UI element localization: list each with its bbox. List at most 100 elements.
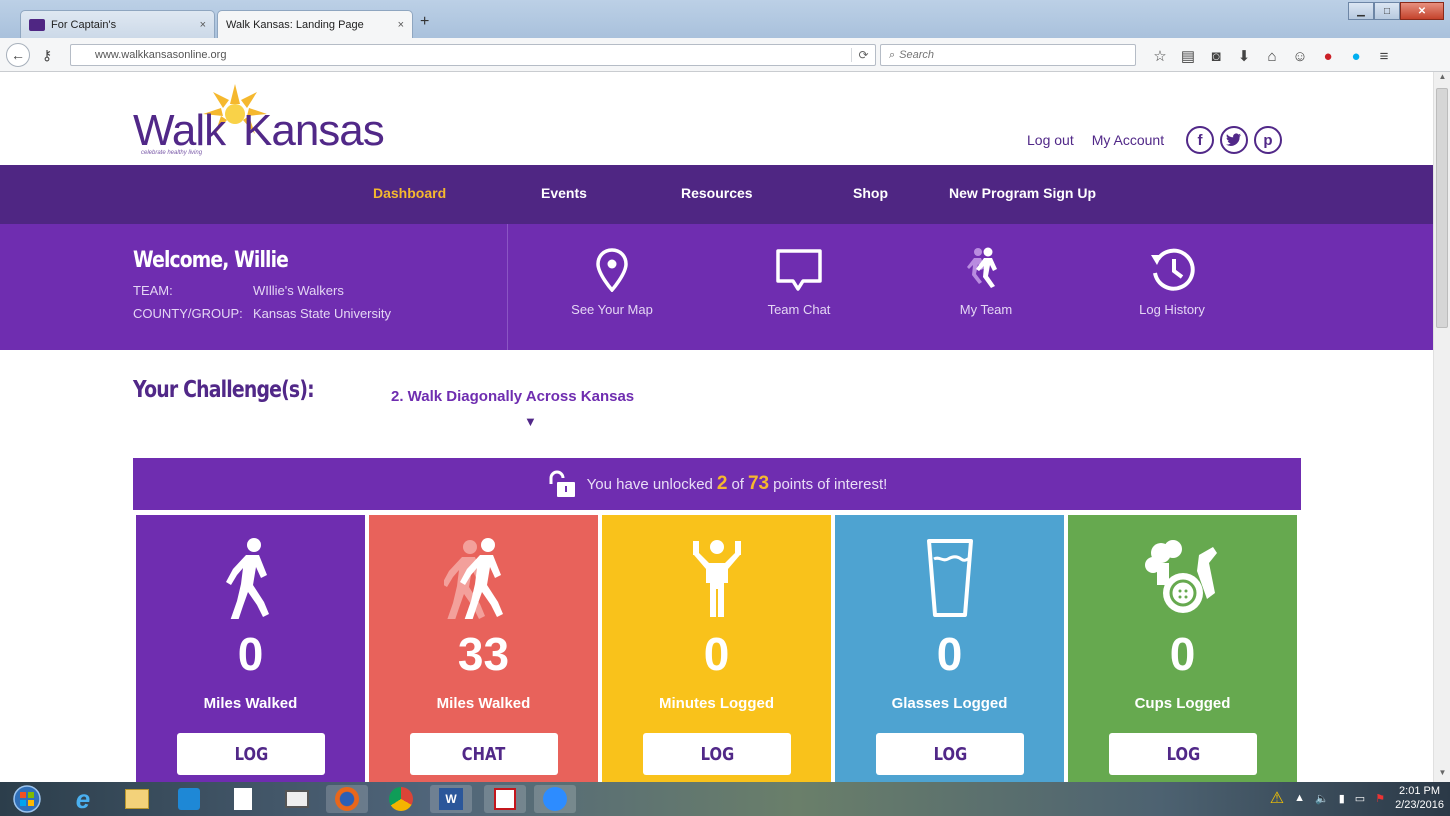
internet-explorer-icon[interactable]: e: [62, 784, 104, 814]
system-clock[interactable]: 2:01 PM 2/23/2016: [1395, 784, 1444, 812]
nav-events[interactable]: Events: [541, 185, 587, 201]
firefox-icon[interactable]: [326, 785, 368, 813]
unlock-of: of: [731, 475, 744, 493]
stat-card-minutes: 0 Minutes Logged LOG: [602, 515, 831, 782]
fruit-veg-icon: [1068, 533, 1297, 623]
stat-card-glasses: 0 Glasses Logged LOG: [835, 515, 1064, 782]
chat-button[interactable]: CHAT: [410, 733, 558, 775]
social-links: f p: [1186, 126, 1282, 154]
walker-icon: [136, 533, 365, 623]
unlock-banner: You have unlocked 2 of 73 points of inte…: [133, 458, 1301, 510]
downloads-icon[interactable]: ⬇: [1230, 46, 1258, 66]
file-explorer-icon[interactable]: [116, 785, 158, 813]
my-account-link[interactable]: My Account: [1092, 132, 1164, 148]
volume-icon[interactable]: 🔈: [1315, 792, 1329, 805]
acrobat-icon[interactable]: [484, 785, 526, 813]
search-bar[interactable]: ⌕: [880, 44, 1136, 66]
stat-card-miles-walked: 0 Miles Walked LOG: [136, 515, 365, 782]
facebook-icon[interactable]: f: [1186, 126, 1214, 154]
team-walkers-icon: [921, 244, 1051, 296]
menu-hamburger-icon[interactable]: ≡: [1370, 46, 1398, 66]
history-clock-icon: [1107, 244, 1237, 296]
reload-icon[interactable]: ⟳: [851, 48, 875, 62]
scroll-up-icon[interactable]: ▲: [1434, 72, 1450, 86]
nav-shop[interactable]: Shop: [853, 185, 888, 201]
logo-tagline: celebrate healthy living: [141, 150, 203, 156]
window-app-icon[interactable]: [276, 785, 318, 813]
log-button[interactable]: LOG: [1109, 733, 1257, 775]
water-glass-icon: [835, 533, 1064, 623]
pinterest-ext-icon[interactable]: ●: [1314, 46, 1342, 66]
county-label: COUNTY/GROUP:: [133, 306, 243, 321]
scroll-down-icon[interactable]: ▼: [1434, 768, 1450, 782]
close-tab-icon[interactable]: ×: [398, 19, 404, 31]
windows-taskbar: e W ⚠ ▲ 🔈 ▮ ▭ ⚑ 2:01 PM 2/23/2016: [0, 782, 1450, 816]
tab-title: For Captain's: [51, 18, 117, 31]
chat-bubble-icon: [734, 244, 864, 296]
quick-action-label: Team Chat: [767, 302, 831, 317]
start-button-icon[interactable]: [6, 785, 48, 813]
browser-tab[interactable]: For Captain's ×: [20, 10, 215, 38]
home-icon[interactable]: ⌂: [1258, 46, 1286, 66]
battery-icon[interactable]: ▮: [1339, 792, 1345, 805]
quick-action-history[interactable]: Log History: [1107, 244, 1237, 317]
zoom-icon[interactable]: [534, 785, 576, 813]
nav-resources[interactable]: Resources: [681, 185, 753, 201]
skype-icon[interactable]: ●: [1342, 46, 1370, 66]
nav-new-program-sign-up[interactable]: New Program Sign Up: [949, 185, 1096, 201]
twitter-icon[interactable]: [1220, 126, 1248, 154]
stat-label: Cups Logged: [1134, 695, 1231, 712]
document-icon[interactable]: [222, 785, 264, 813]
walk-kansas-logo[interactable]: Walk Kansas celebrate healthy living: [133, 80, 385, 164]
pinterest-icon[interactable]: p: [1254, 126, 1282, 154]
vertical-scrollbar[interactable]: ▲ ▼: [1433, 72, 1450, 782]
browser-titlebar: For Captain's × Walk Kansas: Landing Pag…: [0, 0, 1450, 38]
url-text[interactable]: www.walkkansasonline.org: [71, 49, 851, 61]
browser-tab-active[interactable]: Walk Kansas: Landing Page ×: [217, 10, 413, 38]
warning-icon[interactable]: ⚠: [1270, 788, 1284, 808]
minimize-icon[interactable]: ▁: [1348, 2, 1374, 20]
identity-key-icon[interactable]: ⚷: [36, 43, 58, 67]
chevron-up-icon[interactable]: ▲: [1294, 792, 1305, 804]
quick-action-chat[interactable]: Team Chat: [734, 244, 864, 317]
scroll-thumb[interactable]: [1436, 88, 1448, 328]
welcome-panel: Welcome, Willie TEAM: WIllie's Walkers C…: [0, 224, 1433, 350]
log-button[interactable]: LOG: [876, 733, 1024, 775]
media-player-icon[interactable]: [168, 785, 210, 813]
tab-title: Walk Kansas: Landing Page: [226, 18, 364, 31]
clock-time: 2:01 PM: [1399, 785, 1441, 797]
challenge-heading: Your Challenge(s):: [133, 377, 315, 403]
search-icon: ⌕: [889, 48, 896, 61]
stat-value: 33: [457, 628, 510, 680]
team-value: WIllie's Walkers: [253, 283, 344, 298]
url-bar[interactable]: www.walkkansasonline.org ⟳: [70, 44, 876, 66]
close-tab-icon[interactable]: ×: [200, 19, 206, 31]
logo-walk-text: Walk: [133, 106, 226, 155]
close-icon[interactable]: ✕: [1400, 2, 1444, 20]
bookmark-star-icon[interactable]: ☆: [1146, 46, 1174, 66]
chevron-down-icon[interactable]: ▼: [524, 414, 537, 429]
quick-action-map[interactable]: See Your Map: [547, 244, 677, 317]
bookmarks-list-icon[interactable]: ▤: [1174, 46, 1202, 66]
word-icon[interactable]: W: [430, 785, 472, 813]
maximize-icon[interactable]: □: [1374, 2, 1400, 20]
pocket-icon[interactable]: ◙: [1202, 46, 1230, 66]
unlock-padlock-icon: [549, 470, 575, 497]
log-button[interactable]: LOG: [177, 733, 325, 775]
challenge-dropdown[interactable]: 2. Walk Diagonally Across Kansas: [391, 388, 634, 405]
welcome-greeting: Welcome, Willie: [133, 248, 289, 273]
stat-value: 0: [1169, 628, 1196, 680]
network-icon[interactable]: ▭: [1355, 792, 1365, 805]
quick-action-team[interactable]: My Team: [921, 244, 1051, 317]
action-center-flag-icon[interactable]: ⚑: [1375, 792, 1385, 805]
stat-value: 0: [936, 628, 963, 680]
back-arrow-icon[interactable]: ←: [6, 43, 30, 67]
logout-link[interactable]: Log out: [1027, 132, 1074, 148]
nav-dashboard[interactable]: Dashboard: [373, 185, 446, 201]
new-tab-button[interactable]: +: [420, 13, 429, 31]
log-button[interactable]: LOG: [643, 733, 791, 775]
search-input[interactable]: [899, 49, 1120, 61]
team-label: TEAM:: [133, 283, 173, 298]
chrome-icon[interactable]: [380, 785, 422, 813]
chat-smiley-icon[interactable]: ☺: [1286, 46, 1314, 66]
